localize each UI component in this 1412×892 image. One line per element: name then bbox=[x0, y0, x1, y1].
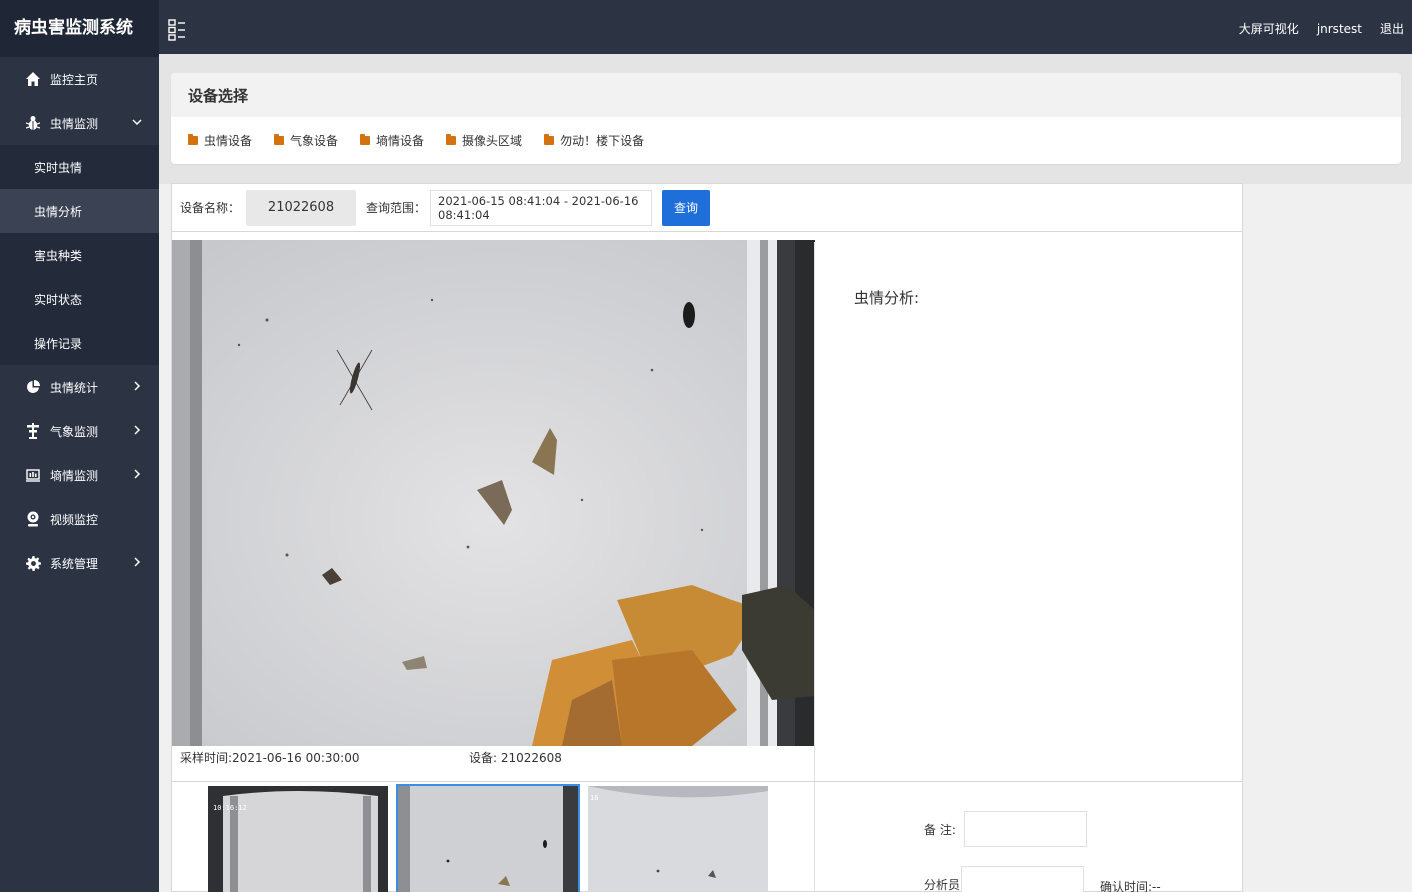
device-select-title: 设备选择 bbox=[171, 73, 1401, 117]
folder-icon bbox=[360, 134, 371, 145]
home-icon bbox=[25, 71, 41, 87]
chevron-right-icon bbox=[131, 424, 143, 436]
camera-icon bbox=[25, 511, 41, 527]
analyst-label: 分析员: bbox=[924, 878, 965, 892]
menu-toggle-icon[interactable] bbox=[168, 19, 186, 41]
device-select-panel: 设备选择 虫情设备 气象设备 墒情设备 摄像头区域 勿动！楼下设备 bbox=[171, 73, 1401, 164]
sidebar-item-label: 系统管理 bbox=[50, 556, 99, 571]
tab-label: 虫情设备 bbox=[204, 134, 253, 148]
bug-icon bbox=[25, 115, 41, 131]
sidebar-subitem-operation-log[interactable]: 操作记录 bbox=[0, 321, 159, 365]
chevron-right-icon bbox=[131, 380, 143, 392]
tab-soil-devices[interactable]: 墒情设备 bbox=[360, 132, 424, 149]
thumbnail-timestamp: 10:16:12 bbox=[213, 804, 247, 812]
folder-icon bbox=[544, 134, 555, 145]
soil-sensor-icon bbox=[25, 467, 41, 483]
analysis-title: 虫情分析: bbox=[854, 289, 920, 307]
header-links: 大屏可视化 jnrstest 退出 bbox=[1239, 0, 1404, 57]
vertical-divider bbox=[814, 242, 815, 782]
gear-icon bbox=[25, 555, 41, 571]
chevron-right-icon bbox=[131, 556, 143, 568]
thumbnail-2[interactable] bbox=[396, 784, 580, 892]
folder-icon bbox=[188, 134, 198, 145]
sample-time-text: 采样时间:2021-06-16 00:30:00 bbox=[180, 751, 360, 765]
tab-label: 摄像头区域 bbox=[462, 134, 523, 148]
big-screen-link[interactable]: 大屏可视化 bbox=[1239, 20, 1299, 37]
sidebar-item-weather[interactable]: 气象监测 bbox=[0, 409, 159, 453]
thumbnail-timestamp: 16 bbox=[590, 794, 599, 802]
tab-label: 气象设备 bbox=[290, 134, 339, 148]
tab-label: 墒情设备 bbox=[376, 134, 425, 148]
device-name-label: 设备名称： bbox=[180, 201, 241, 215]
tab-pest-devices[interactable]: 虫情设备 bbox=[188, 132, 252, 149]
sidebar-item-label: 监控主页 bbox=[50, 72, 99, 87]
sidebar-item-label: 虫情监测 bbox=[50, 116, 99, 131]
app-title: 病虫害监测系统 bbox=[0, 0, 159, 57]
pie-chart-icon bbox=[25, 379, 41, 395]
tab-downstairs-devices[interactable]: 勿动！楼下设备 bbox=[544, 132, 644, 149]
query-button[interactable]: 查询 bbox=[662, 189, 711, 226]
tab-label: 勿动！楼下设备 bbox=[560, 134, 645, 148]
sidebar-subitem-realtime-status[interactable]: 实时状态 bbox=[0, 277, 159, 321]
horizontal-divider bbox=[172, 781, 1242, 782]
top-header: 大屏可视化 jnrstest 退出 bbox=[0, 0, 1412, 54]
sidebar-item-soil[interactable]: 墒情监测 bbox=[0, 453, 159, 497]
query-bar: 设备名称： 21022608 查询范围： 2021-06-15 08:41:04… bbox=[172, 184, 1242, 232]
folder-icon bbox=[446, 134, 457, 145]
note-input[interactable] bbox=[964, 811, 1087, 847]
sidebar-item-video[interactable]: 视频监控 bbox=[0, 497, 159, 541]
sidebar-item-home[interactable]: 监控主页 bbox=[0, 57, 159, 101]
chevron-right-icon bbox=[131, 468, 143, 480]
sidebar-item-label: 视频监控 bbox=[50, 512, 99, 527]
sidebar-subitem-pest-analysis[interactable]: 虫情分析 bbox=[0, 189, 159, 233]
sidebar-item-pest-monitor[interactable]: 虫情监测 bbox=[0, 101, 159, 145]
photo-device-text: 设备: 21022608 bbox=[469, 751, 562, 765]
analyst-input[interactable] bbox=[961, 866, 1084, 892]
sidebar-item-label: 虫情统计 bbox=[50, 380, 99, 395]
vertical-divider bbox=[814, 782, 815, 892]
sidebar-item-label: 气象监测 bbox=[50, 424, 99, 439]
sidebar-subitem-realtime-pest[interactable]: 实时虫情 bbox=[0, 145, 159, 189]
tab-weather-devices[interactable]: 气象设备 bbox=[274, 132, 338, 149]
analysis-main-panel: 设备名称： 21022608 查询范围： 2021-06-15 08:41:04… bbox=[171, 183, 1243, 892]
folder-icon bbox=[274, 134, 285, 145]
sidebar: 监控主页 虫情监测 实时虫情 虫情分析 害虫种类 实时状态 操作记录 虫情统计 … bbox=[0, 57, 159, 892]
username-link[interactable]: jnrstest bbox=[1317, 22, 1362, 36]
sidebar-item-system[interactable]: 系统管理 bbox=[0, 541, 159, 585]
confirm-time-text: 确认时间:-- bbox=[1100, 880, 1161, 892]
query-range-input[interactable]: 2021-06-15 08:41:04 - 2021-06-16 08:41:0… bbox=[430, 189, 653, 226]
query-range-label: 查询范围： bbox=[366, 201, 427, 215]
device-type-tabs: 虫情设备 气象设备 墒情设备 摄像头区域 勿动！楼下设备 bbox=[171, 117, 1401, 164]
thumbnail-3[interactable]: 16 bbox=[588, 786, 768, 892]
note-label: 备 注: bbox=[924, 823, 956, 837]
device-name-field[interactable]: 21022608 bbox=[246, 189, 357, 226]
weather-station-icon bbox=[25, 423, 41, 439]
thumbnail-1[interactable]: 10:16:12 bbox=[208, 786, 388, 892]
tab-camera-areas[interactable]: 摄像头区域 bbox=[446, 132, 522, 149]
sidebar-subitem-pest-species[interactable]: 害虫种类 bbox=[0, 233, 159, 277]
sidebar-item-pest-stats[interactable]: 虫情统计 bbox=[0, 365, 159, 409]
trap-photo bbox=[172, 240, 815, 746]
chevron-down-icon bbox=[131, 116, 143, 128]
logout-link[interactable]: 退出 bbox=[1380, 20, 1404, 37]
sidebar-item-label: 墒情监测 bbox=[50, 468, 99, 483]
